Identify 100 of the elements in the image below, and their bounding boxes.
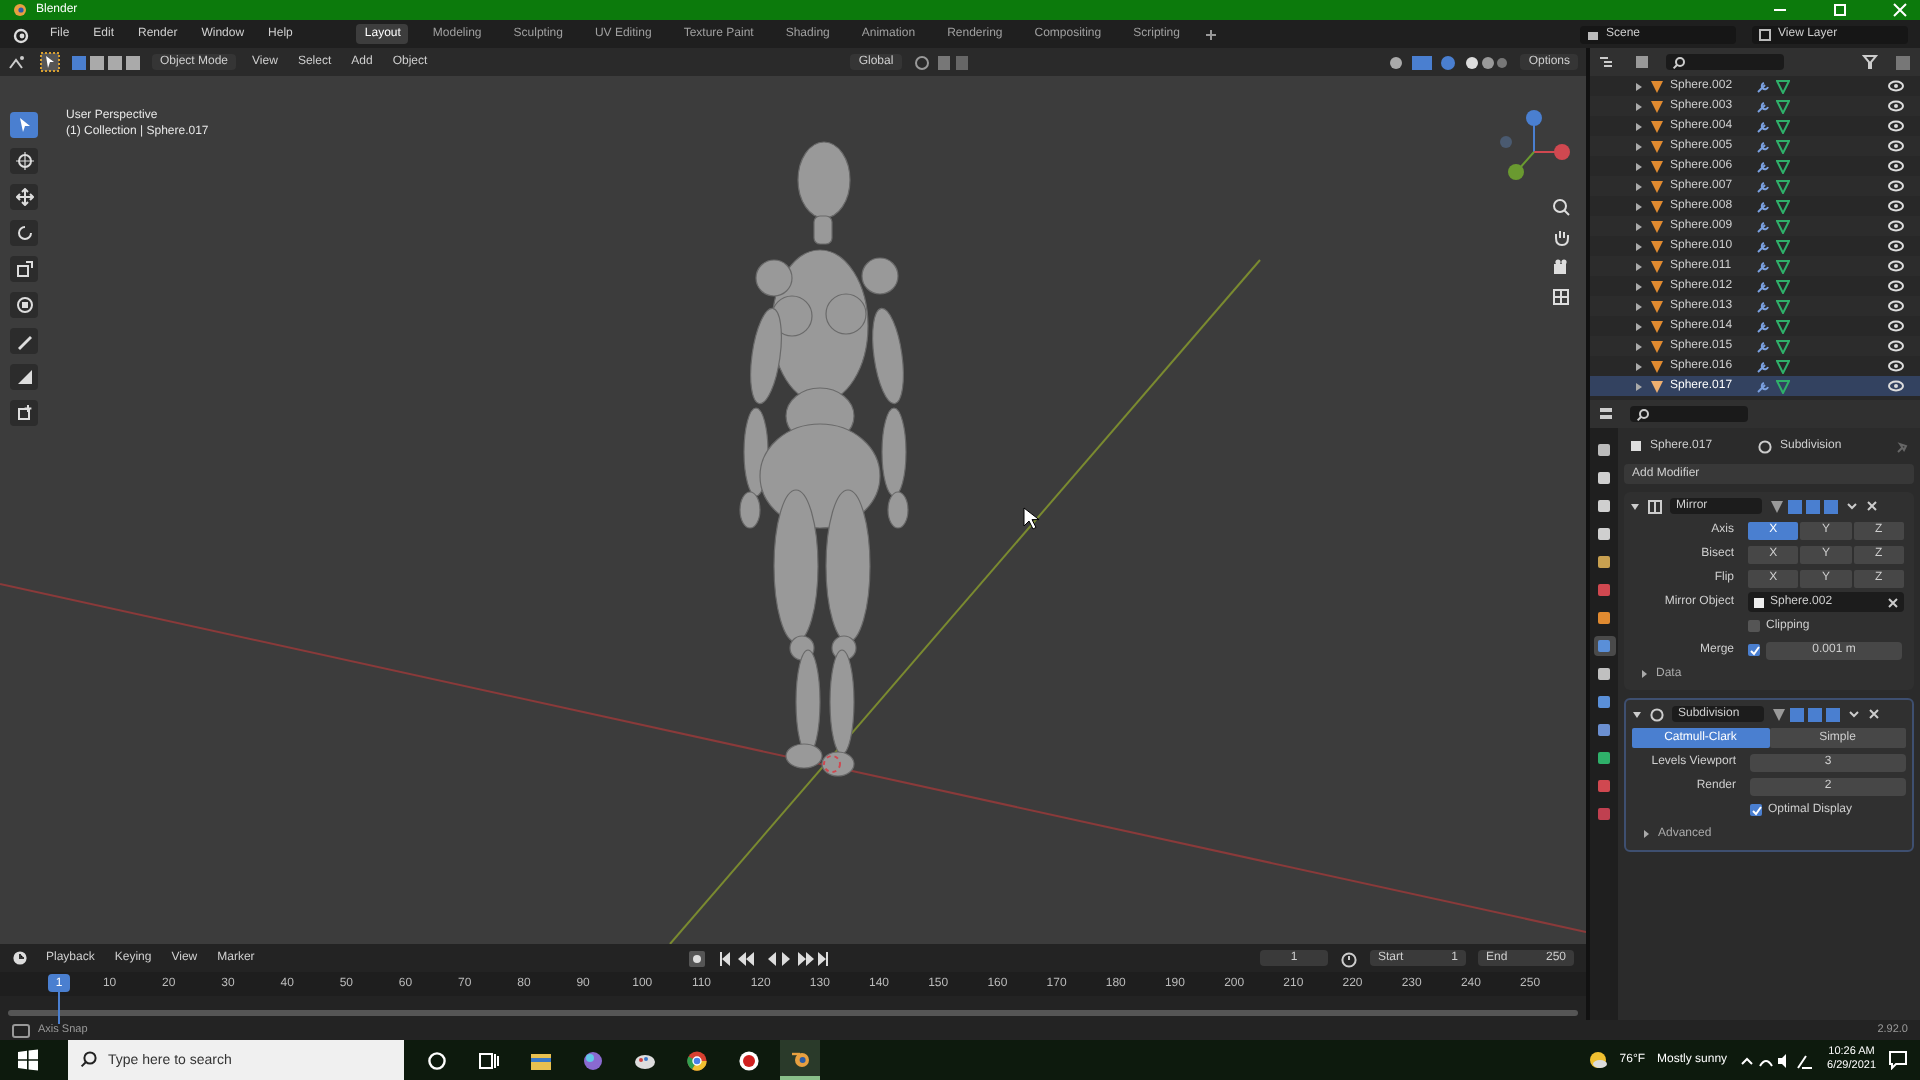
visibility-eye-icon[interactable]: [1888, 180, 1904, 192]
collapse-arrow-icon[interactable]: [1630, 501, 1640, 511]
selection-mode-icons[interactable]: [72, 53, 140, 71]
editor-type-icon[interactable]: [8, 53, 28, 71]
add-icon[interactable]: [1203, 27, 1218, 41]
notification-icon[interactable]: [1888, 1050, 1908, 1070]
checkbox[interactable]: [1750, 804, 1762, 816]
visibility-eye-icon[interactable]: [1888, 240, 1904, 252]
visibility-eye-icon[interactable]: [1888, 300, 1904, 312]
viewport-shading-icons[interactable]: [1388, 53, 1509, 71]
rotate-tool-button[interactable]: [10, 220, 38, 246]
close-icon[interactable]: [1868, 708, 1880, 720]
navigation-gizmo-icon[interactable]: [1500, 110, 1570, 180]
wrench-icon[interactable]: [1756, 219, 1770, 233]
properties-tab[interactable]: [1593, 748, 1615, 768]
visibility-eye-icon[interactable]: [1888, 320, 1904, 332]
maximize-icon[interactable]: [1832, 2, 1848, 18]
wrench-icon[interactable]: [1756, 279, 1770, 293]
properties-tab[interactable]: [1593, 552, 1615, 572]
grid-icon[interactable]: [1552, 288, 1570, 306]
scale-tool-button[interactable]: [10, 256, 38, 282]
properties-tab[interactable]: [1593, 468, 1615, 488]
properties-tab[interactable]: [1593, 692, 1615, 712]
system-tray-icons[interactable]: [1739, 1051, 1816, 1069]
collapse-arrow-icon[interactable]: [1632, 709, 1642, 719]
modifier-type-icon: [1650, 707, 1664, 721]
visibility-eye-icon[interactable]: [1888, 340, 1904, 352]
pin-icon[interactable]: [1894, 439, 1908, 453]
snapping-icons[interactable]: [913, 53, 970, 71]
visibility-eye-icon[interactable]: [1888, 360, 1904, 372]
wrench-icon[interactable]: [1756, 79, 1770, 93]
visibility-eye-icon[interactable]: [1888, 80, 1904, 92]
properties-tab[interactable]: [1593, 608, 1615, 628]
wrench-icon[interactable]: [1756, 199, 1770, 213]
weather-sun-icon: [1587, 1050, 1608, 1070]
annotate-tool-button[interactable]: [10, 328, 38, 354]
add-cube-tool-button[interactable]: [10, 400, 38, 426]
layers-icon: [1758, 27, 1772, 41]
move-tool-button[interactable]: [10, 184, 38, 210]
playback-controls-icons[interactable]: [718, 949, 831, 967]
visibility-eye-icon[interactable]: [1888, 260, 1904, 272]
visibility-eye-icon[interactable]: [1888, 280, 1904, 292]
measure-tool-button[interactable]: [10, 364, 38, 390]
visibility-eye-icon[interactable]: [1888, 100, 1904, 112]
scrollbar[interactable]: [8, 1010, 1578, 1016]
properties-tab[interactable]: [1593, 664, 1615, 684]
clear-icon[interactable]: [1888, 597, 1898, 607]
zoom-icon[interactable]: [1552, 198, 1570, 216]
visibility-eye-icon[interactable]: [1888, 120, 1904, 132]
mannequin-drawing[interactable]: [739, 141, 909, 777]
cursor-icon: [15, 152, 33, 170]
search-field[interactable]: [1630, 406, 1748, 422]
hand-icon[interactable]: [1552, 228, 1570, 246]
visibility-eye-icon[interactable]: [1888, 160, 1904, 172]
cursor-tool-button[interactable]: [10, 148, 38, 174]
new-collection-icon[interactable]: [1894, 53, 1912, 71]
wrench-icon[interactable]: [1756, 119, 1770, 133]
visibility-eye-icon[interactable]: [1888, 220, 1904, 232]
wrench-icon[interactable]: [1756, 99, 1770, 113]
select-icon: [15, 116, 33, 134]
select-tool-button[interactable]: [10, 112, 38, 138]
rotate-icon: [15, 224, 33, 242]
modifier-toggle-icons[interactable]: [1770, 499, 1838, 513]
wrench-icon[interactable]: [1756, 239, 1770, 253]
checkbox[interactable]: [1748, 620, 1760, 632]
camera-icon[interactable]: [1552, 258, 1570, 276]
caret-icon[interactable]: [1848, 708, 1860, 720]
close-icon[interactable]: [1866, 500, 1878, 512]
wrench-icon[interactable]: [1756, 359, 1770, 373]
search-field[interactable]: [1666, 54, 1784, 70]
visibility-eye-icon[interactable]: [1888, 380, 1904, 392]
properties-tab[interactable]: [1593, 440, 1615, 460]
properties-tab[interactable]: [1593, 636, 1615, 656]
caret-icon[interactable]: [1846, 500, 1858, 512]
checkbox[interactable]: [1748, 644, 1760, 656]
wrench-icon[interactable]: [1756, 339, 1770, 353]
measure-icon: [15, 368, 33, 386]
clock-icon[interactable]: [12, 950, 30, 966]
wrench-icon[interactable]: [1756, 299, 1770, 313]
disclosure-arrow-icon: [1642, 830, 1650, 838]
select-tool-icon[interactable]: [40, 52, 60, 72]
transform-tool-button[interactable]: [10, 292, 38, 318]
wrench-icon[interactable]: [1756, 159, 1770, 173]
wrench-icon[interactable]: [1756, 139, 1770, 153]
wrench-icon[interactable]: [1756, 379, 1770, 393]
wrench-icon[interactable]: [1756, 259, 1770, 273]
properties-tab[interactable]: [1593, 496, 1615, 516]
wrench-icon[interactable]: [1756, 319, 1770, 333]
properties-tab[interactable]: [1593, 524, 1615, 544]
modifier-toggle-icons[interactable]: [1772, 707, 1840, 721]
wrench-icon[interactable]: [1756, 179, 1770, 193]
blender-taskbar-icon[interactable]: [780, 1040, 820, 1080]
windows-start-icon[interactable]: [16, 1048, 40, 1072]
record-icon[interactable]: [688, 949, 707, 967]
properties-tab[interactable]: [1593, 720, 1615, 740]
move-icon: [15, 188, 33, 206]
disclosure-arrow-icon: [1640, 670, 1648, 678]
visibility-eye-icon[interactable]: [1888, 200, 1904, 212]
visibility-eye-icon[interactable]: [1888, 140, 1904, 152]
stopwatch-icon[interactable]: [1340, 949, 1359, 967]
